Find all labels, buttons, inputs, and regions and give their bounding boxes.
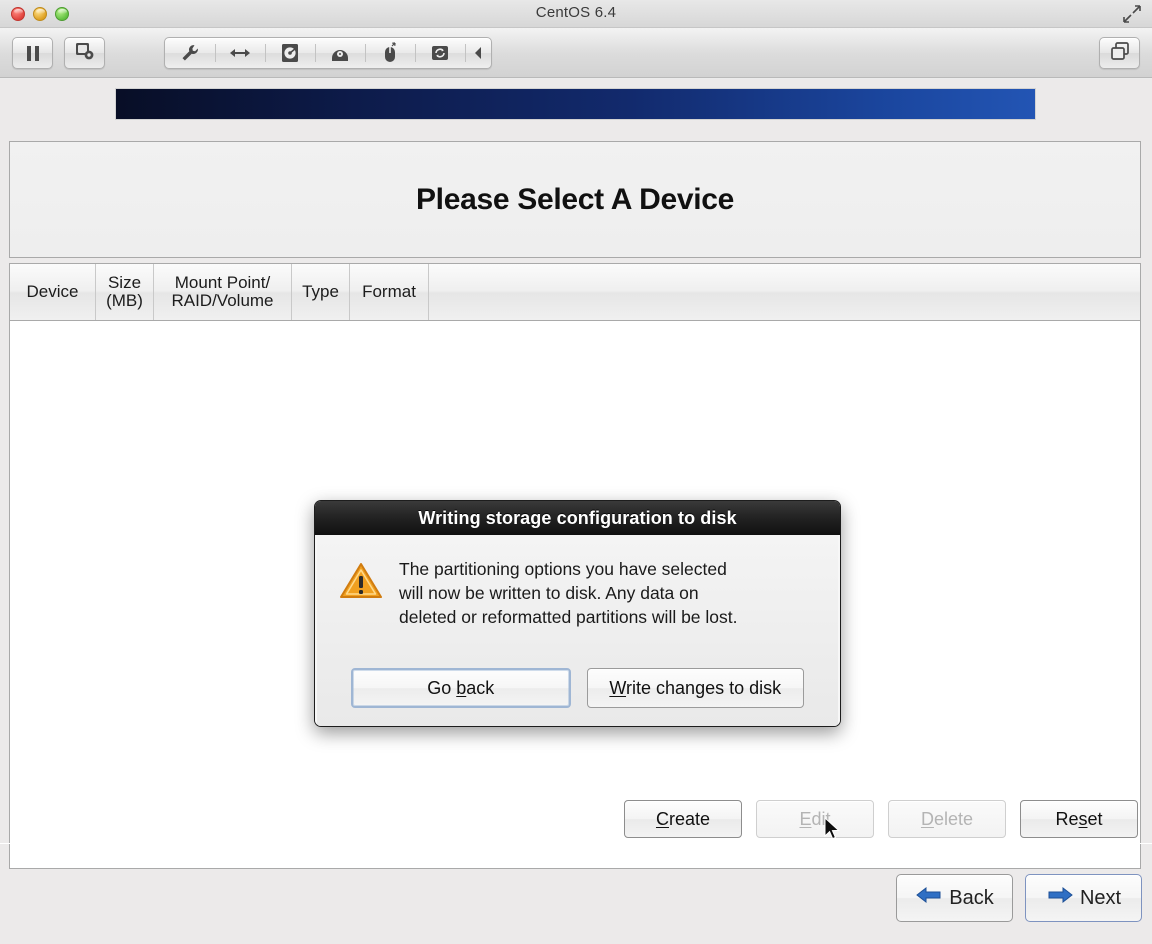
dialog-titlebar: Writing storage configuration to disk [315,501,840,535]
hard-disk-icon[interactable] [265,38,315,68]
banner-gradient [116,89,1035,119]
snapshot-button[interactable] [64,37,105,69]
reset-button-label: et [1087,808,1103,829]
write-storage-dialog: Writing storage configuration to disk Th… [314,500,841,727]
dialog-message-row: The partitioning options you have select… [317,535,838,629]
dialog-message-line-1: The partitioning options you have select… [399,559,727,579]
column-header-size[interactable]: Size (MB) [96,264,154,320]
column-header-filler [429,264,1140,320]
go-back-button-mnemonic: b [456,677,467,698]
dialog-message-line-2: will now be written to disk. Any data on [399,583,699,604]
create-button[interactable]: Create [624,800,742,838]
go-back-button-pre: Go [427,677,457,698]
column-header-format-label: Format [362,281,416,301]
device-table-header: Device Size (MB) Mount Point/ RAID/Volum… [9,263,1141,321]
back-button-label: Back [949,886,994,909]
reset-button-pre: Re [1055,808,1079,829]
pause-vm-button[interactable] [12,37,53,69]
optical-drive-icon[interactable] [315,38,365,68]
installer-banner [115,88,1036,120]
reset-button[interactable]: Reset [1020,800,1138,838]
arrow-right-icon [1046,884,1074,912]
collapse-toolbar-icon[interactable] [465,38,491,68]
page-title: Please Select A Device [415,182,735,216]
column-header-format[interactable]: Format [350,264,429,320]
reset-button-mnemonic: s [1078,808,1088,829]
dialog-message-line-3: deleted or reformatted partitions will b… [399,607,738,628]
write-changes-button[interactable]: Write changes to disk [586,668,804,708]
fullscreen-icon[interactable] [1122,4,1142,24]
page-title-panel: Please Select A Device [9,141,1141,258]
dialog-title-text: Writing storage configuration to disk [418,507,737,528]
snapshot-icon [74,40,95,66]
dialog-body: The partitioning options you have select… [315,535,840,726]
dialog-buttons: Go back Write changes to disk [317,668,838,708]
column-header-size-line2: (MB) [106,291,143,310]
partition-action-buttons: Create Edit Delete Reset [9,795,1141,843]
warning-triangle-icon [339,557,383,629]
vm-toolbar [0,28,1152,78]
delete-button-mnemonic: D [920,808,934,829]
vm-window: CentOS 6.4 Please Select A Device Device… [0,0,1152,944]
write-changes-button-mnemonic: W [609,677,627,698]
vm-device-toolbar-group [164,37,492,69]
column-header-device-label: Device [26,281,79,301]
column-header-device[interactable]: Device [10,264,96,320]
delete-button-label: elete [933,808,974,829]
write-changes-button-label: rite changes to disk [626,677,782,698]
edit-button-mnemonic: E [799,808,812,829]
column-header-type-label: Type [302,281,339,301]
footer-separator [0,843,1152,844]
sync-shared-folders-icon[interactable] [415,38,465,68]
column-header-size-line1: Size [107,272,142,292]
edit-button: Edit [756,800,874,838]
column-header-mount-point[interactable]: Mount Point/ RAID/Volume [154,264,292,320]
next-button[interactable]: Next [1025,874,1142,922]
network-icon[interactable] [215,38,265,68]
create-button-label: reate [668,808,711,829]
pause-icon [26,45,39,61]
window-titlebar: CentOS 6.4 [0,0,1152,28]
arrow-left-icon [915,884,943,912]
guest-screen: Please Select A Device Device Size (MB) … [0,79,1152,944]
next-button-label: Next [1079,886,1122,909]
mouse-icon[interactable] [365,38,415,68]
unity-mode-button[interactable] [1099,37,1140,69]
dialog-message: The partitioning options you have select… [399,557,738,629]
settings-wrench-icon[interactable] [165,38,215,68]
column-header-mount-line2: RAID/Volume [171,291,274,310]
windows-overlap-icon [1109,40,1131,67]
mouse-pointer-arrow [824,816,842,843]
delete-button: Delete [888,800,1006,838]
back-button[interactable]: Back [896,874,1013,922]
column-header-mount-line1: Mount Point/ [174,272,271,292]
window-title: CentOS 6.4 [535,4,617,21]
go-back-button-label: ack [466,677,495,698]
create-button-mnemonic: C [655,808,669,829]
column-header-type[interactable]: Type [292,264,350,320]
wizard-nav-buttons: Back Next [896,874,1142,922]
go-back-button[interactable]: Go back [351,668,571,708]
